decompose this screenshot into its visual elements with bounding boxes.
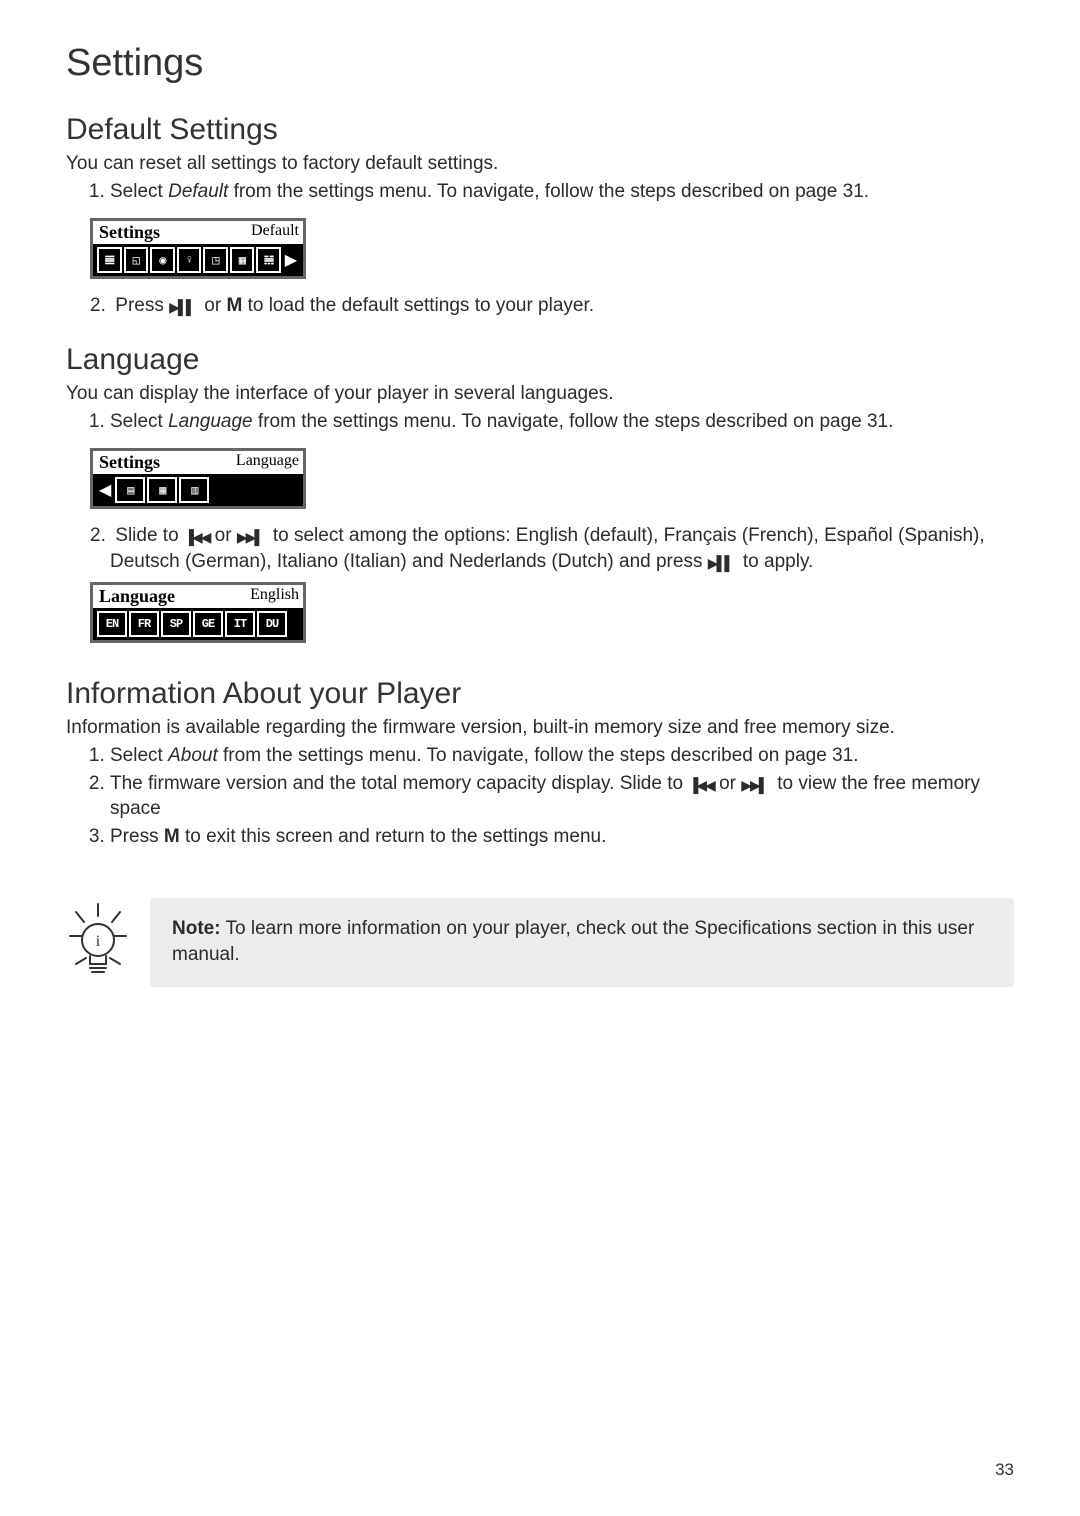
- lcd-icon: ◉: [150, 247, 175, 273]
- next-icon: ▶▶▌: [237, 528, 262, 547]
- lcd-icon: ▦: [230, 247, 255, 273]
- language-steps: Select Language from the settings menu. …: [66, 409, 1014, 435]
- language-step-2: 2. Slide to ▐◀◀ or ▶▶▌ to select among t…: [90, 523, 1014, 574]
- lcd-right-label: English: [250, 586, 299, 607]
- page: Settings Default Settings You can reset …: [0, 0, 1080, 1516]
- prev-icon: ▐◀◀: [688, 776, 713, 795]
- heading-about: Information About your Player: [66, 677, 1014, 711]
- lang-code: SP: [161, 611, 191, 637]
- lcd-tab-label: Settings: [97, 452, 164, 473]
- lang-code: DU: [257, 611, 287, 637]
- play-pause-icon: ▶▌▌: [169, 298, 194, 317]
- lcd-icon: 𝌣: [256, 247, 281, 273]
- default-step-1: Select Default from the settings menu. T…: [110, 179, 1014, 205]
- default-steps: Select Default from the settings menu. T…: [66, 179, 1014, 205]
- note-text: To learn more information on your player…: [172, 918, 974, 966]
- lcd-icon: 𝌆: [97, 247, 122, 273]
- note-body: Note: To learn more information on your …: [150, 898, 1014, 987]
- lightbulb-icon: i: [66, 902, 130, 982]
- lcd-default: Settings Default 𝌆 ◱ ◉ ♀ ◳ ▦ 𝌣 ▶: [90, 218, 306, 279]
- lcd-tab-label: Settings: [97, 222, 164, 243]
- lcd-language-settings: Settings Language ◀ ▤ ▦ ▥: [90, 448, 306, 509]
- language-step-1: Select Language from the settings menu. …: [110, 409, 1014, 435]
- lcd-language-select: Language English EN FR SP GE IT DU: [90, 582, 306, 643]
- note-label: Note:: [172, 918, 221, 939]
- lcd-icon: ▤: [115, 477, 145, 503]
- page-number: 33: [995, 1460, 1014, 1480]
- lcd-right-label: Default: [251, 222, 299, 243]
- lang-code: EN: [97, 611, 127, 637]
- lang-code: IT: [225, 611, 255, 637]
- heading-default-settings: Default Settings: [66, 113, 1014, 147]
- about-steps: Select About from the settings menu. To …: [66, 743, 1014, 850]
- lang-code: GE: [193, 611, 223, 637]
- lcd-right-label: Language: [236, 452, 299, 473]
- heading-language: Language: [66, 343, 1014, 377]
- lcd-tab-label: Language: [97, 586, 179, 607]
- lcd-icon-row: 𝌆 ◱ ◉ ♀ ◳ ▦ 𝌣 ▶: [93, 244, 303, 276]
- lcd-icon: ♀: [177, 247, 202, 273]
- language-intro: You can display the interface of your pl…: [66, 381, 1014, 407]
- lcd-icon: ▥: [179, 477, 209, 503]
- about-step-2: The firmware version and the total memor…: [110, 771, 1014, 822]
- play-pause-icon: ▶▌▌: [708, 554, 733, 573]
- lcd-icon: ◱: [124, 247, 149, 273]
- page-title: Settings: [66, 42, 1014, 85]
- next-icon: ▶▶▌: [741, 776, 766, 795]
- lcd-icon: ▦: [147, 477, 177, 503]
- lcd-lang-row: EN FR SP GE IT DU: [93, 608, 303, 640]
- default-intro: You can reset all settings to factory de…: [66, 151, 1014, 177]
- about-step-3: Press M to exit this screen and return t…: [110, 824, 1014, 850]
- default-step-2: 2. Press ▶▌▌ or M to load the default se…: [90, 293, 1014, 319]
- note-callout: i Note: To learn more information on you…: [66, 898, 1014, 987]
- prev-icon: ▐◀◀: [184, 528, 209, 547]
- lcd-icon: ◳: [203, 247, 228, 273]
- about-step-1: Select About from the settings menu. To …: [110, 743, 1014, 769]
- lcd-more-icon: ▶: [283, 250, 299, 270]
- lang-code: FR: [129, 611, 159, 637]
- lcd-icon-row: ◀ ▤ ▦ ▥: [93, 474, 303, 506]
- lcd-back-icon: ◀: [97, 480, 113, 500]
- svg-text:i: i: [96, 933, 101, 950]
- about-intro: Information is available regarding the f…: [66, 715, 1014, 741]
